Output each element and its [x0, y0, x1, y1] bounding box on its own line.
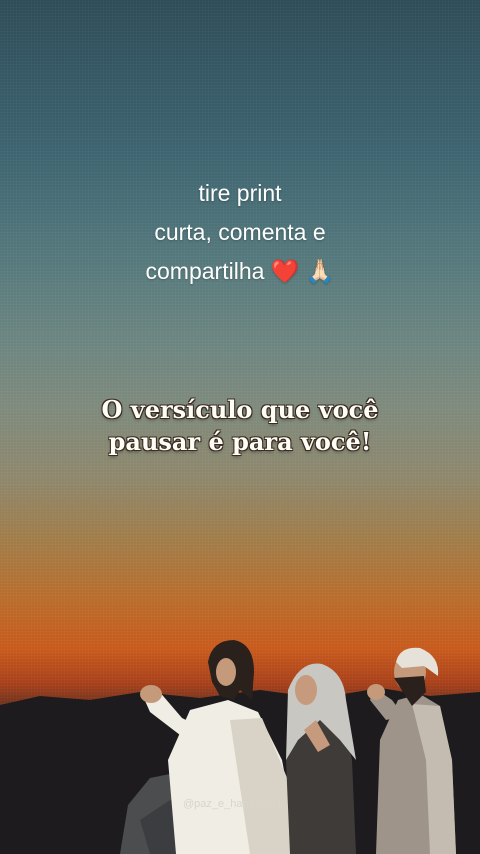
praying-woman-middle	[286, 663, 356, 854]
praying-man-right	[367, 647, 456, 854]
prompt-line-2: curta, comenta e	[154, 219, 326, 245]
praying-hands-emoji-icon: 🙏🏻	[305, 258, 335, 284]
share-prompt: tire print curta, comenta e compartilha …	[0, 174, 480, 291]
story-screen: tire print curta, comenta e compartilha …	[0, 0, 480, 854]
prompt-line-3: compartilha ❤️ 🙏🏻	[0, 252, 480, 291]
watermark-handle: @paz_e_harmonia1	[183, 798, 283, 810]
heart-emoji-icon: ❤️	[270, 258, 300, 284]
verse-headline: O versículo que você pausar é para você!	[0, 394, 480, 458]
verse-line-1: O versículo que você	[101, 395, 379, 424]
verse-line-2: pausar é para você!	[108, 427, 372, 456]
prompt-line-1: tire print	[198, 180, 282, 206]
prompt-line-3-text: compartilha	[145, 258, 265, 284]
